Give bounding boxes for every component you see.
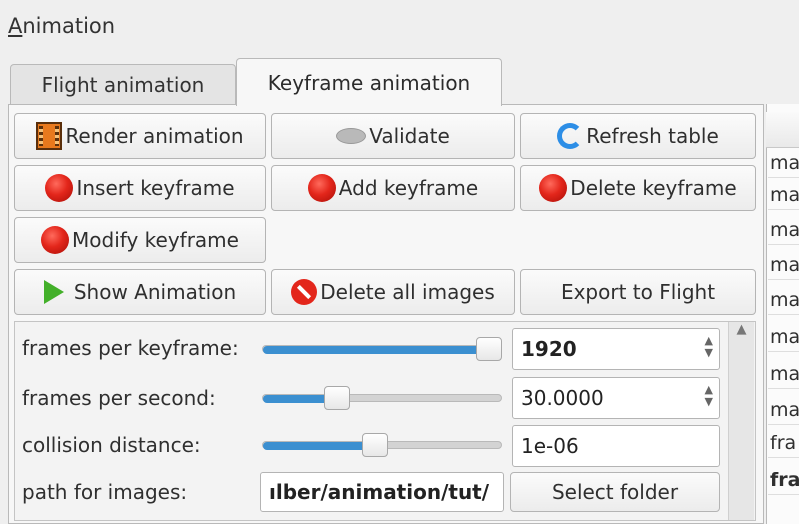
frames-per-keyframe-spinbox[interactable]: 1920 ▲ ▼ <box>512 328 720 370</box>
frames-per-second-label: frames per second: <box>22 386 216 410</box>
validate-button[interactable]: Validate <box>271 113 515 159</box>
table-cell[interactable]: ma <box>768 395 799 425</box>
settings-scrollbar[interactable]: ▲ <box>728 322 754 520</box>
scroll-up-arrow-icon[interactable]: ▲ <box>729 322 754 337</box>
frames-per-keyframe-slider[interactable] <box>262 345 502 354</box>
frames-per-keyframe-slider-handle[interactable] <box>476 337 502 361</box>
path-for-images-field[interactable]: ılber/animation/tut/ <box>260 472 504 512</box>
table-cell[interactable]: ma <box>768 359 799 389</box>
path-for-images-label: path for images: <box>22 480 188 504</box>
tab-flight-animation[interactable]: Flight animation <box>10 64 236 104</box>
tab-keyframe-animation[interactable]: Keyframe animation <box>236 58 502 106</box>
refresh-table-button[interactable]: Refresh table <box>520 113 756 159</box>
spin-arrows-icon[interactable]: ▲ ▼ <box>705 384 713 408</box>
render-animation-button[interactable]: Render animation <box>14 113 266 159</box>
no-entry-icon <box>291 279 318 305</box>
spin-arrows-icon[interactable]: ▲ ▼ <box>705 335 713 359</box>
add-keyframe-button[interactable]: Add keyframe <box>271 165 515 211</box>
table-cell[interactable]: ma <box>768 322 799 352</box>
delete-all-images-button[interactable]: Delete all images <box>271 269 515 315</box>
frames-per-second-slider-handle[interactable] <box>324 386 350 410</box>
validate-icon <box>336 128 367 144</box>
show-animation-button[interactable]: Show Animation <box>14 269 266 315</box>
collision-distance-label: collision distance: <box>22 433 201 457</box>
red-ball-icon <box>539 174 568 202</box>
table-cell[interactable]: ma <box>768 215 799 245</box>
modify-keyframe-button[interactable]: Modify keyframe <box>14 217 266 263</box>
refresh-icon <box>557 123 584 149</box>
table-cell[interactable]: ma <box>768 285 799 315</box>
table-cell[interactable]: ma <box>768 148 799 178</box>
red-ball-icon <box>41 226 70 254</box>
red-ball-icon <box>45 174 74 202</box>
collision-distance-field[interactable]: 1e-06 <box>512 425 720 467</box>
delete-keyframe-button[interactable]: Delete keyframe <box>520 165 756 211</box>
frames-per-keyframe-label: frames per keyframe: <box>22 336 239 360</box>
select-folder-button[interactable]: Select folder <box>510 472 720 512</box>
group-title: Animation <box>8 14 116 38</box>
red-ball-icon <box>307 174 336 202</box>
play-icon <box>43 280 64 304</box>
table-cell[interactable]: fra <box>768 428 799 458</box>
export-to-flight-button[interactable]: Export to Flight <box>520 269 756 315</box>
insert-keyframe-button[interactable]: Insert keyframe <box>14 165 266 211</box>
collision-distance-slider-handle[interactable] <box>362 433 388 457</box>
table-header[interactable] <box>766 112 799 148</box>
table-cell[interactable]: fra <box>768 465 799 495</box>
film-icon <box>36 122 63 150</box>
table-cell[interactable]: ma <box>768 250 799 280</box>
frames-per-second-slider[interactable] <box>262 394 502 403</box>
frames-per-second-spinbox[interactable]: 30.0000 ▲ ▼ <box>512 377 720 419</box>
table-cell[interactable]: ma <box>768 180 799 210</box>
